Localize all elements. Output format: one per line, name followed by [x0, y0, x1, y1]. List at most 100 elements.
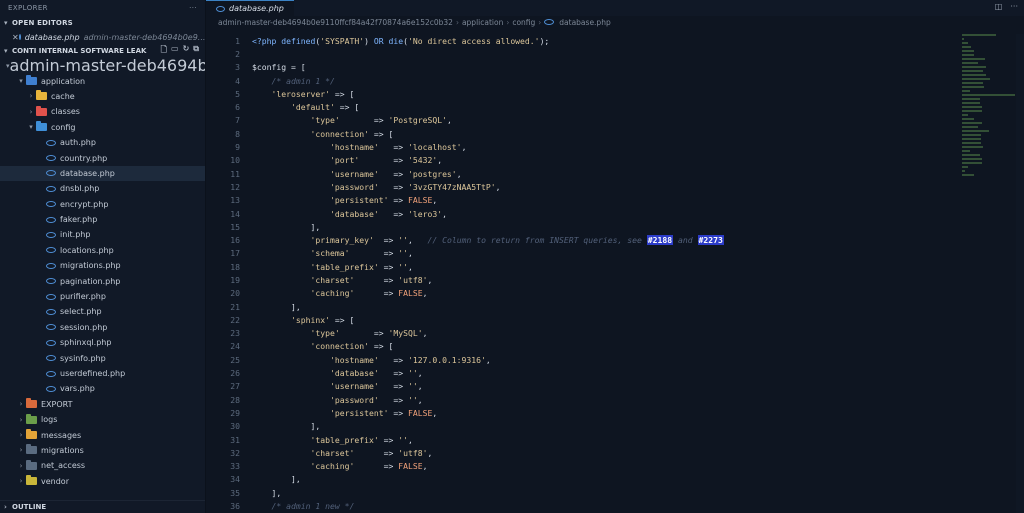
minimap[interactable] — [958, 34, 1015, 264]
minimap-line — [962, 98, 981, 100]
code-line: 36 /* admin 1 new */ — [206, 499, 954, 512]
code-token: => [ — [368, 341, 394, 352]
close-icon[interactable]: ✕ — [12, 33, 19, 42]
code-token: '' — [407, 381, 418, 392]
minimap-line — [962, 106, 983, 108]
file-tree: ▾ application › cache › classes ▾ config auth.ph… — [0, 73, 205, 489]
tree-file[interactable]: database.php — [0, 165, 205, 182]
code-token: 'password' — [329, 181, 379, 192]
tree-file[interactable]: encrypt.php — [0, 197, 205, 212]
split-editor-icon[interactable]: ◫ — [995, 2, 1003, 11]
breadcrumb-separator-icon: › — [506, 17, 510, 27]
code-line: 3 $config = [ — [206, 61, 954, 74]
tree-folder[interactable]: › cache — [0, 89, 205, 104]
chevron-down-icon: ▾ — [29, 123, 33, 132]
tree-item-label: encrypt.php — [60, 199, 109, 209]
tree-file[interactable]: sysinfo.php — [0, 350, 205, 365]
code-token: , — [456, 168, 462, 179]
tree-file[interactable]: select.php — [0, 304, 205, 319]
tree-folder[interactable]: › classes — [0, 104, 205, 119]
vertical-scrollbar[interactable] — [1016, 34, 1024, 513]
code-token: 'charset' — [310, 447, 355, 458]
open-editor-path: admin-master-deb4694b0e9... — [83, 32, 206, 42]
code-token: , — [432, 195, 438, 206]
line-number: 3 — [235, 62, 240, 73]
tab-database-php[interactable]: database.php — [206, 0, 294, 16]
tree-file[interactable]: migrations.php — [0, 258, 205, 273]
breadcrumb-item[interactable]: config — [512, 18, 535, 27]
breadcrumb-separator-icon: › — [455, 17, 459, 27]
tree-file[interactable]: pagination.php — [0, 273, 205, 288]
code-token: => — [388, 195, 408, 206]
line-content: 'database' => 'lero3', — [252, 209, 447, 219]
folder-icon — [26, 429, 37, 440]
line-content: /* admin 1 */ — [252, 76, 334, 86]
code-line: 4 /* admin 1 */ — [206, 74, 954, 87]
line-content: 'charset' => 'utf8', — [252, 448, 432, 458]
code-token: and — [673, 235, 698, 246]
code-line: 19 'charset' => 'utf8', — [206, 273, 954, 286]
tree-file[interactable]: faker.php — [0, 212, 205, 227]
tree-item-label: vars.php — [60, 384, 95, 394]
minimap-line — [962, 102, 981, 104]
code-token: 'hostname' — [329, 354, 379, 365]
issue-reference[interactable]: #2188 — [646, 235, 674, 246]
tree-file[interactable]: session.php — [0, 320, 205, 335]
minimap-line — [962, 82, 983, 84]
tree-file[interactable]: userdefined.php — [0, 366, 205, 381]
open-editors-section[interactable]: ▾ OPEN EDITORS — [0, 16, 205, 30]
outline-section[interactable]: › OUTLINE — [0, 500, 205, 513]
tree-item-label: init.php — [60, 230, 91, 240]
php-file-icon — [544, 19, 555, 25]
tree-file[interactable]: init.php — [0, 227, 205, 242]
line-content: 'connection' => [ — [252, 341, 393, 351]
app-window: EXPLORER ··· ▾ OPEN EDITORS ✕ database.p… — [0, 0, 1024, 513]
more-actions-icon[interactable]: ··· — [189, 4, 197, 12]
open-editor-filename: database.php — [24, 32, 80, 42]
tree-folder[interactable]: › messages — [0, 427, 205, 442]
php-file-icon — [46, 339, 56, 346]
explorer-title: EXPLORER — [8, 4, 48, 12]
tree-folder[interactable]: › net_access — [0, 458, 205, 473]
chevron-down-icon: ▾ — [4, 47, 8, 55]
breadcrumb-item[interactable]: admin-master-deb4694b0e9110ffcf84a42f708… — [218, 18, 453, 27]
tree-folder[interactable]: › migrations — [0, 443, 205, 458]
folder-icon — [26, 475, 37, 486]
php-file-icon — [46, 231, 56, 238]
breadcrumb-item[interactable]: application — [462, 18, 503, 27]
more-actions-icon[interactable]: ··· — [1010, 2, 1018, 11]
root-folder[interactable]: ▾ admin-master-deb4694b0e9110ffcf84a4... — [0, 56, 205, 75]
tree-item-label: faker.php — [60, 215, 98, 225]
code-token: ); — [539, 35, 550, 46]
tree-file[interactable]: locations.php — [0, 243, 205, 258]
tree-file[interactable]: dnsbl.php — [0, 181, 205, 196]
line-number: 9 — [235, 142, 240, 153]
code-line: 29 'persistent' => FALSE, — [206, 406, 954, 419]
tree-file[interactable]: auth.php — [0, 135, 205, 150]
php-file-icon — [46, 324, 56, 331]
tab-label: database.php — [229, 4, 284, 13]
code-line: 30 ], — [206, 420, 954, 433]
code-token: => — [388, 407, 408, 418]
tree-file[interactable]: country.php — [0, 150, 205, 165]
tree-item-label: config — [51, 122, 76, 132]
line-number: 33 — [230, 461, 240, 472]
tree-file[interactable]: vars.php — [0, 381, 205, 396]
tree-file[interactable]: purifier.php — [0, 289, 205, 304]
tree-folder[interactable]: › vendor — [0, 474, 205, 489]
tree-folder[interactable]: ▾ config — [0, 120, 205, 135]
open-editor-item[interactable]: ✕ database.php admin-master-deb4694b0e9.… — [0, 30, 205, 44]
code-editor[interactable]: 1 <?php defined('SYSPATH') OR die('No dir… — [206, 34, 954, 513]
breadcrumb-item[interactable]: database.php — [559, 18, 610, 27]
tree-file[interactable]: sphinxql.php — [0, 335, 205, 350]
tree-folder[interactable]: ▾ application — [0, 73, 205, 88]
tree-item-label: sysinfo.php — [60, 353, 106, 363]
issue-reference[interactable]: #2273 — [697, 235, 724, 246]
code-token: 'leroserver' — [271, 88, 330, 99]
line-content: 'database' => '', — [252, 368, 423, 378]
tree-folder[interactable]: › EXPORT — [0, 397, 205, 412]
tree-folder[interactable]: › logs — [0, 412, 205, 427]
